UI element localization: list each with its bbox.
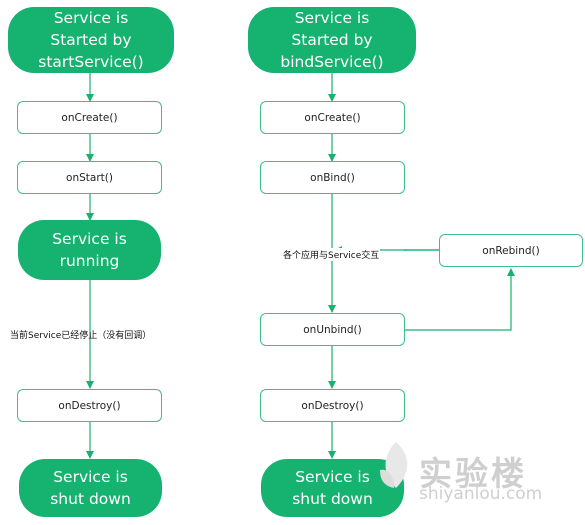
- arrow-onunbind-to-onrebind: [405, 268, 515, 331]
- right-interact-label: 各个应用与Service交互: [282, 248, 381, 261]
- watermark-url: shiyanlou.com: [419, 484, 543, 504]
- right-ondestroy-node: onDestroy(): [260, 389, 405, 422]
- service-lifecycle-diagram: Service is Started by startService() onC…: [0, 0, 585, 525]
- right-onunbind-node: onUnbind(): [260, 313, 405, 346]
- right-start-node: Service is Started by bindService(): [248, 7, 416, 73]
- right-onrebind-node: onRebind(): [439, 234, 583, 267]
- left-oncreate-node: onCreate(): [17, 101, 162, 134]
- watermark-leaf-icon: [380, 442, 408, 488]
- left-end-node: Service is shut down: [19, 459, 162, 517]
- left-ondestroy-node: onDestroy(): [17, 389, 162, 422]
- right-oncreate-node: onCreate(): [260, 101, 405, 134]
- left-stopped-label: 当前Service已经停止（没有回调）: [10, 331, 152, 341]
- left-start-node: Service is Started by startService(): [8, 7, 174, 73]
- right-onbind-node: onBind(): [260, 161, 405, 194]
- left-onstart-node: onStart(): [17, 161, 162, 194]
- left-running-node: Service is running: [18, 220, 161, 280]
